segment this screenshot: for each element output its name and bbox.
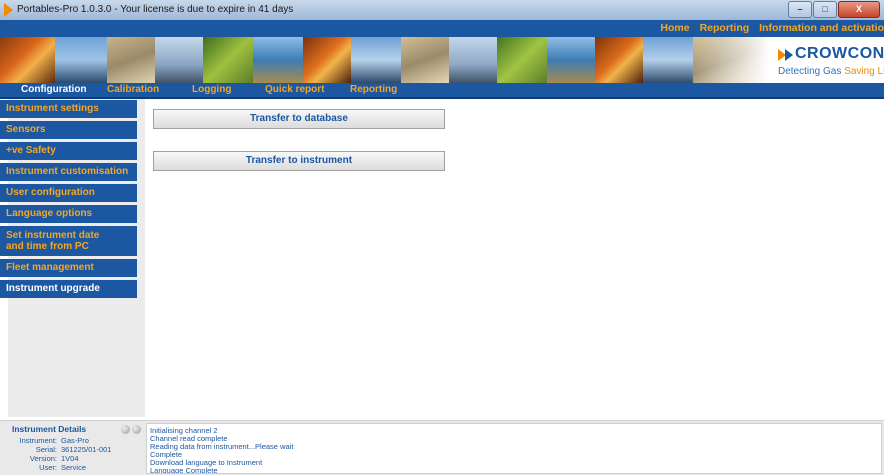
activity-log[interactable]: Initialising channel 2 Channel read comp… — [146, 423, 882, 474]
banner-photo — [203, 37, 253, 83]
window-title-bar: Portables-Pro 1.0.3.0 - Your license is … — [0, 0, 884, 20]
crowcon-tagline: Detecting Gas Saving Lives — [778, 66, 884, 77]
instrument-details: Instrument Details Instrument: Gas-Pro Se… — [12, 424, 146, 472]
sidebar-item-instrument-settings[interactable]: Instrument settings — [0, 100, 137, 118]
tab-calibration[interactable]: Calibration — [107, 84, 159, 95]
top-link-information-activation[interactable]: Information and activatio — [759, 22, 884, 34]
header-banner: CROWCON Detecting Gas Saving Lives — [0, 37, 884, 83]
instrument-details-title: Instrument Details — [12, 424, 87, 434]
banner-photo — [155, 37, 203, 83]
connection-indicator — [119, 425, 141, 434]
sidebar-item-fleet-management[interactable]: Fleet management — [0, 259, 137, 277]
top-link-reporting[interactable]: Reporting — [700, 22, 750, 34]
crowcon-logo-text: CROWCON — [795, 45, 884, 62]
top-link-bar: Home Reporting Information and activatio — [0, 20, 884, 37]
banner-photo — [595, 37, 643, 83]
banner-photo — [351, 37, 401, 83]
banner-photo — [55, 37, 107, 83]
detail-row: Instrument: Gas-Pro — [19, 436, 89, 445]
sidebar-item-ve-safety[interactable]: +ve Safety — [0, 142, 137, 160]
main-nav-bar: Configuration Calibration Logging Quick … — [0, 83, 884, 99]
banner-photo — [303, 37, 351, 83]
transfer-to-instrument-button[interactable]: Transfer to instrument — [153, 151, 445, 171]
sidebar-item-language-options[interactable]: Language options — [0, 205, 137, 223]
tab-quick-report[interactable]: Quick report — [265, 84, 324, 95]
detail-row: Version: 1V04 — [29, 454, 79, 463]
window-controls: – □ X — [787, 1, 880, 18]
maximize-button[interactable]: □ — [813, 1, 837, 18]
banner-photo — [401, 37, 449, 83]
window-title: Portables-Pro 1.0.3.0 - Your license is … — [17, 4, 294, 15]
app-icon — [4, 3, 13, 17]
top-link-home[interactable]: Home — [660, 22, 689, 34]
sidebar-item-instrument-customisation[interactable]: Instrument customisation — [0, 163, 137, 181]
detail-row: Serial: 361225/01-001 — [35, 445, 112, 454]
banner-photo — [547, 37, 595, 83]
tab-configuration[interactable]: Configuration — [21, 84, 87, 95]
transfer-to-database-button[interactable]: Transfer to database — [153, 109, 445, 129]
banner-photo — [449, 37, 497, 83]
banner-photo — [107, 37, 155, 83]
banner-photo — [497, 37, 547, 83]
sidebar-item-instrument-upgrade[interactable]: Instrument upgrade — [0, 280, 137, 298]
tab-logging[interactable]: Logging — [192, 84, 231, 95]
status-led-icon — [121, 425, 130, 434]
close-button[interactable]: X — [838, 1, 880, 18]
crowcon-logo-icon — [785, 49, 793, 61]
banner-photo — [253, 37, 303, 83]
sidebar-item-user-configuration[interactable]: User configuration — [0, 184, 137, 202]
sidebar-item-sensors[interactable]: Sensors — [0, 121, 137, 139]
log-line: Language Complete — [150, 466, 218, 474]
sidebar-item-set-date-time[interactable]: Set instrument date and time from PC — [0, 226, 137, 256]
minimize-button[interactable]: – — [788, 1, 812, 18]
status-led-icon — [132, 425, 141, 434]
banner-photo — [643, 37, 693, 83]
detail-row: User: Service — [39, 463, 87, 472]
tab-reporting[interactable]: Reporting — [350, 84, 397, 95]
banner-photo — [0, 37, 55, 83]
